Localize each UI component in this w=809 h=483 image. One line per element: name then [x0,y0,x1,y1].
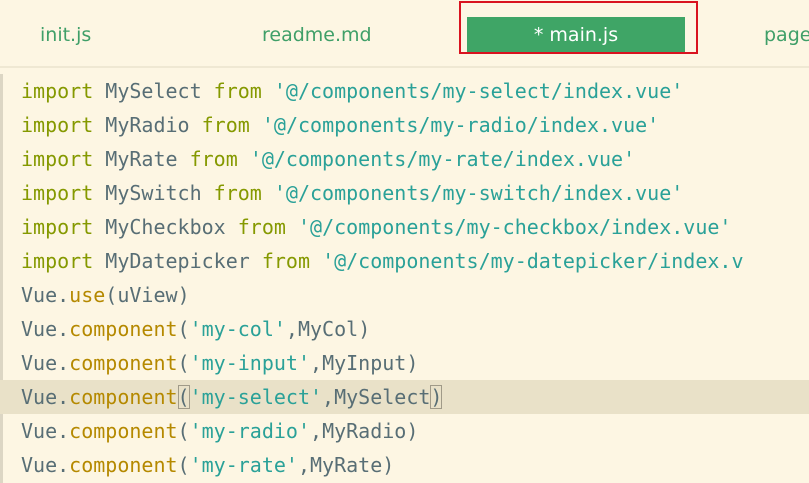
keyword-from: from [213,79,262,103]
string-literal: '@/components/my-switch/index.vue' [273,181,684,205]
close-paren: ) [406,351,419,375]
string-literal: '@/components/my-checkbox/index.vue' [297,215,732,239]
code-line-10-current[interactable]: Vue.component('my-select',MySelect) [0,380,809,414]
code-line-6[interactable]: import MyDatepicker from '@/components/m… [0,244,809,278]
method-name: use [69,283,106,307]
method-name: component [69,385,178,409]
dot-operator: . [57,317,70,341]
comma: , [310,351,323,375]
code-line-12[interactable]: Vue.component('my-rate',MyRate) [0,448,809,482]
close-paren: ) [358,317,371,341]
dot-operator: . [57,351,70,375]
code-line-4[interactable]: import MySwitch from '@/components/my-sw… [0,176,809,210]
tab-readme-md[interactable]: readme.md [262,17,372,53]
object-name: Vue [21,385,58,409]
tab-main-js[interactable]: * main.js [467,17,685,53]
dot-operator: . [57,419,70,443]
method-name: component [69,351,178,375]
keyword-import: import [21,249,94,273]
object-name: Vue [21,283,58,307]
comma: , [297,453,311,477]
open-paren: ( [177,419,190,443]
keyword-import: import [21,147,94,171]
string-literal: 'my-input' [189,351,311,375]
code-line-9[interactable]: Vue.component('my-input',MyInput) [0,346,809,380]
keyword-import: import [21,215,94,239]
method-name: component [69,453,178,477]
identifier: MySwitch [105,181,202,205]
code-line-11[interactable]: Vue.component('my-radio',MyRadio) [0,414,809,448]
keyword-from: from [237,215,286,239]
object-name: Vue [21,453,58,477]
argument: MySelect [334,385,431,409]
identifier: MyDatepicker [105,249,250,273]
string-literal: '@/components/my-radio/index.vue' [261,113,660,137]
argument: uView [117,283,178,307]
method-name: component [69,317,178,341]
argument: MyInput [322,351,407,375]
keyword-import: import [21,181,94,205]
open-paren: ( [105,283,118,307]
close-paren: ) [406,419,419,443]
comma: , [310,419,323,443]
code-line-1[interactable]: import MySelect from '@/components/my-se… [0,74,809,108]
argument: MyCol [297,317,359,341]
code-line-8[interactable]: Vue.component('my-col',MyCol) [0,312,809,346]
open-paren: ( [177,317,190,341]
dot-operator: . [57,283,70,307]
argument: MyRadio [322,419,407,443]
string-literal: '@/components/my-datepicker/index.v [322,249,744,273]
close-paren: ) [382,453,395,477]
code-editor[interactable]: import MySelect from '@/components/my-se… [0,74,809,483]
identifier: MyRate [105,147,178,171]
keyword-from: from [189,147,238,171]
argument: MyRate [310,453,383,477]
string-literal: '@/components/my-select/index.vue' [273,79,684,103]
open-paren: ( [177,351,190,375]
identifier: MyCheckbox [105,215,226,239]
dot-operator: . [57,453,70,477]
code-line-5[interactable]: import MyCheckbox from '@/components/my-… [0,210,809,244]
string-literal: 'my-col' [189,317,286,341]
keyword-import: import [21,79,94,103]
string-literal: '@/components/my-rate/index.vue' [249,147,636,171]
open-paren-matched: ( [177,385,190,409]
dot-operator: . [57,385,70,409]
string-literal: 'my-rate' [189,453,298,477]
identifier: MySelect [105,79,202,103]
object-name: Vue [21,317,58,341]
code-line-3[interactable]: import MyRate from '@/components/my-rate… [0,142,809,176]
object-name: Vue [21,419,58,443]
identifier: MyRadio [105,113,190,137]
keyword-import: import [21,113,94,137]
string-literal: 'my-select' [189,385,323,409]
string-literal: 'my-radio' [189,419,311,443]
keyword-from: from [201,113,250,137]
tab-page[interactable]: page [764,17,809,53]
tab-bar: init.js readme.md * main.js page [0,0,809,68]
close-paren: ) [177,283,190,307]
keyword-from: from [261,249,311,273]
object-name: Vue [21,351,58,375]
comma: , [285,317,298,341]
open-paren: ( [177,453,190,477]
code-line-7[interactable]: Vue.use(uView) [0,278,809,312]
code-line-2[interactable]: import MyRadio from '@/components/my-rad… [0,108,809,142]
keyword-from: from [213,181,262,205]
comma: , [322,385,335,409]
method-name: component [69,419,178,443]
tab-init-js[interactable]: init.js [40,17,91,53]
close-paren-matched: ) [430,385,443,409]
